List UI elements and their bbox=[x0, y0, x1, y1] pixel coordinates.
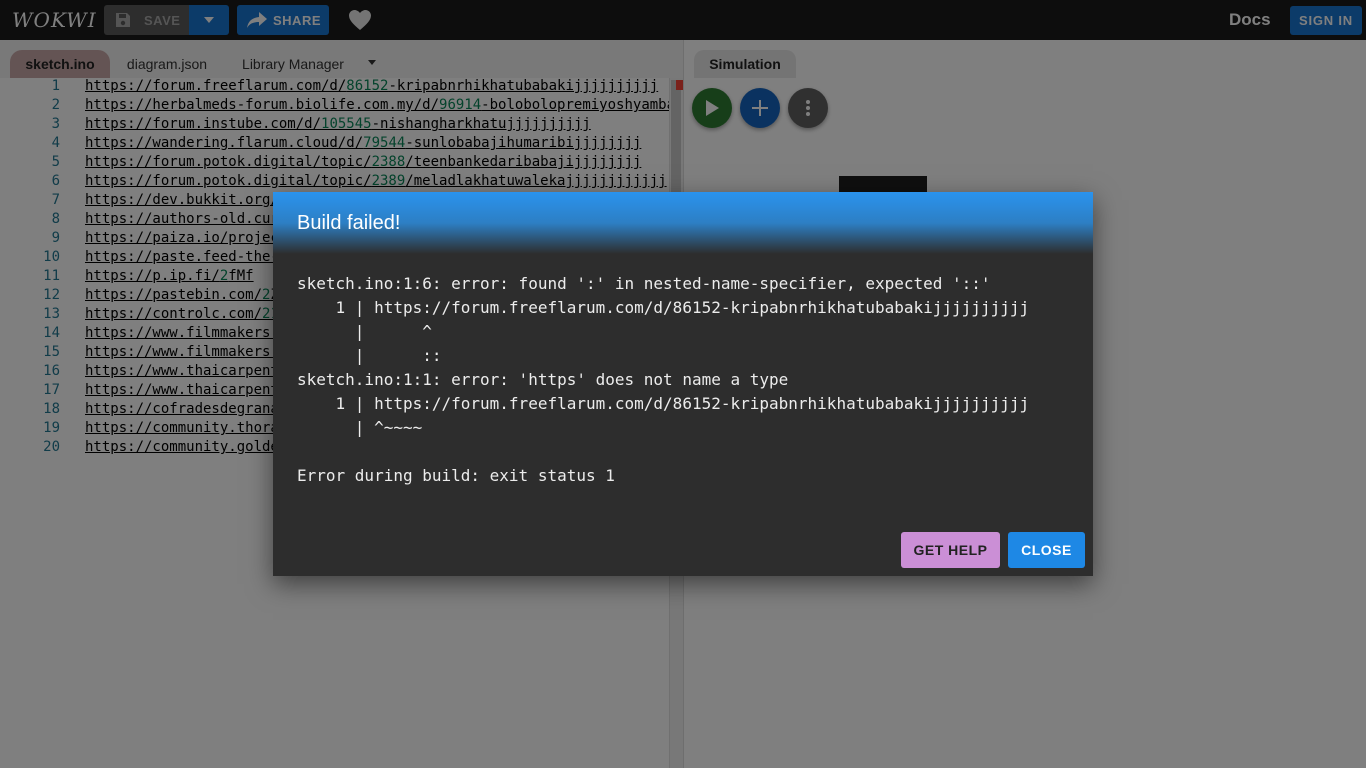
build-error-output: sketch.ino:1:6: error: found ':' in nest… bbox=[297, 274, 1030, 485]
get-help-button[interactable]: GET HELP bbox=[901, 532, 1000, 568]
dialog-title: Build failed! bbox=[297, 212, 401, 234]
close-button[interactable]: CLOSE bbox=[1008, 532, 1085, 568]
build-failed-dialog: Build failed! sketch.ino:1:6: error: fou… bbox=[273, 192, 1093, 576]
